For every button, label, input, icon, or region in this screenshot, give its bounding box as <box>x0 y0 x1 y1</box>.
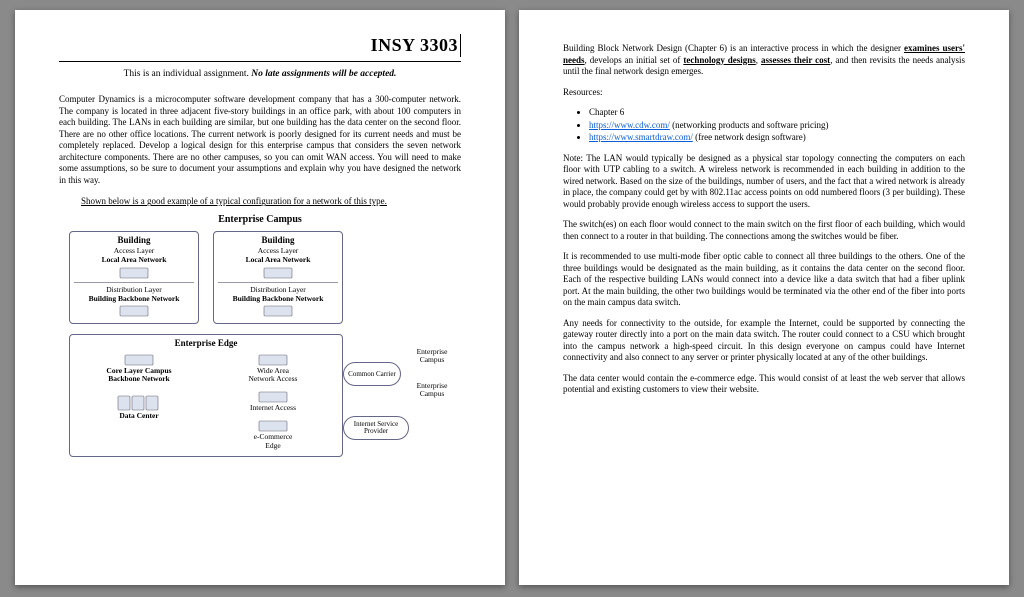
note-paragraph: Note: The LAN would typically be designe… <box>563 153 965 211</box>
edge-header: Enterprise Edge <box>76 338 336 350</box>
fiber-paragraph: It is recommended to use multi-mode fibe… <box>563 251 965 309</box>
intro-text-a: Building Block Network Design (Chapter 6… <box>563 43 904 53</box>
building-box-2: Building Access Layer Local Area Network… <box>213 231 343 325</box>
router-icon <box>119 305 149 317</box>
switch-icon <box>119 267 149 279</box>
course-title: INSY 3303 <box>59 34 461 57</box>
smartdraw-note: (free network design software) <box>693 132 806 142</box>
cdw-note: (networking products and software pricin… <box>670 120 829 130</box>
switch-icon <box>263 267 293 279</box>
bbn-label: Building Backbone Network <box>74 295 194 303</box>
diagram-title: Enterprise Campus <box>65 214 455 227</box>
intro-underline-f: assesses their cost <box>761 55 830 65</box>
access-col: Wide Area Network Access Internet Access… <box>210 352 336 450</box>
intro-text-c: , develops an initial set of <box>585 55 684 65</box>
ecom-label-2: Edge <box>210 442 336 450</box>
building-header: Building <box>218 235 338 247</box>
lan-label: Local Area Network <box>218 256 338 264</box>
core-label-2: Backbone Network <box>76 375 202 383</box>
diagram-caption: Shown below is a good example of a typic… <box>81 196 461 208</box>
access-layer-label: Access Layer <box>74 247 194 255</box>
scenario-paragraph: Computer Dynamics is a microcomputer sof… <box>59 94 461 186</box>
subtitle-warning: No late assignments will be accepted. <box>251 69 396 79</box>
assignment-subtitle: This is an individual assignment. No lat… <box>59 68 461 80</box>
internet-icon <box>258 391 288 403</box>
resources-list: Chapter 6 https://www.cdw.com/ (networki… <box>563 107 965 144</box>
common-carrier-cloud: Common Carrier <box>343 362 401 386</box>
cdw-link[interactable]: https://www.cdw.com/ <box>589 120 670 130</box>
wan-icon <box>258 354 288 366</box>
access-layer-label: Access Layer <box>218 247 338 255</box>
building-header: Building <box>74 235 194 247</box>
resource-cdw: https://www.cdw.com/ (networking product… <box>589 120 965 132</box>
resource-smartdraw: https://www.smartdraw.com/ (free network… <box>589 132 965 144</box>
smartdraw-link[interactable]: https://www.smartdraw.com/ <box>589 132 693 142</box>
ec-label-2: Enterprise Campus <box>409 382 455 397</box>
title-rule <box>59 61 461 62</box>
dist-layer-label: Distribution Layer <box>74 286 194 294</box>
ecommerce-icon <box>258 420 288 432</box>
enterprise-campus-diagram: Enterprise Campus Building Access Layer … <box>65 214 455 457</box>
lan-label: Local Area Network <box>74 256 194 264</box>
intro-underline-d: technology designs <box>683 55 755 65</box>
bbnd-intro: Building Block Network Design (Chapter 6… <box>563 43 965 78</box>
enterprise-edge-box: Enterprise Edge Core Layer Campus Backbo… <box>69 334 343 457</box>
isp-cloud: Internet Service Provider <box>343 416 409 440</box>
switch-paragraph: The switch(es) on each floor would conne… <box>563 219 965 242</box>
building-row: Building Access Layer Local Area Network… <box>69 231 455 325</box>
internet-label: Internet Access <box>210 404 336 412</box>
document-page-1: INSY 3303 This is an individual assignme… <box>15 10 505 585</box>
ec-label-1: Enterprise Campus <box>409 348 455 363</box>
resources-label: Resources: <box>563 87 965 99</box>
subtitle-text: This is an individual assignment. <box>124 69 252 79</box>
connectivity-paragraph: Any needs for connectivity to the outsid… <box>563 318 965 364</box>
router-icon <box>263 305 293 317</box>
resource-chapter: Chapter 6 <box>589 107 965 119</box>
dist-layer-label: Distribution Layer <box>218 286 338 294</box>
wan-label-2: Network Access <box>210 375 336 383</box>
core-layer-col: Core Layer Campus Backbone Network Data … <box>76 352 202 421</box>
core-switch-icon <box>124 354 154 366</box>
document-page-2: Building Block Network Design (Chapter 6… <box>519 10 1009 585</box>
datacenter-paragraph: The data center would contain the e-comm… <box>563 373 965 396</box>
building-box-1: Building Access Layer Local Area Network… <box>69 231 199 325</box>
datacenter-label: Data Center <box>76 412 202 420</box>
bbn-label: Building Backbone Network <box>218 295 338 303</box>
datacenter-icon <box>117 395 161 411</box>
